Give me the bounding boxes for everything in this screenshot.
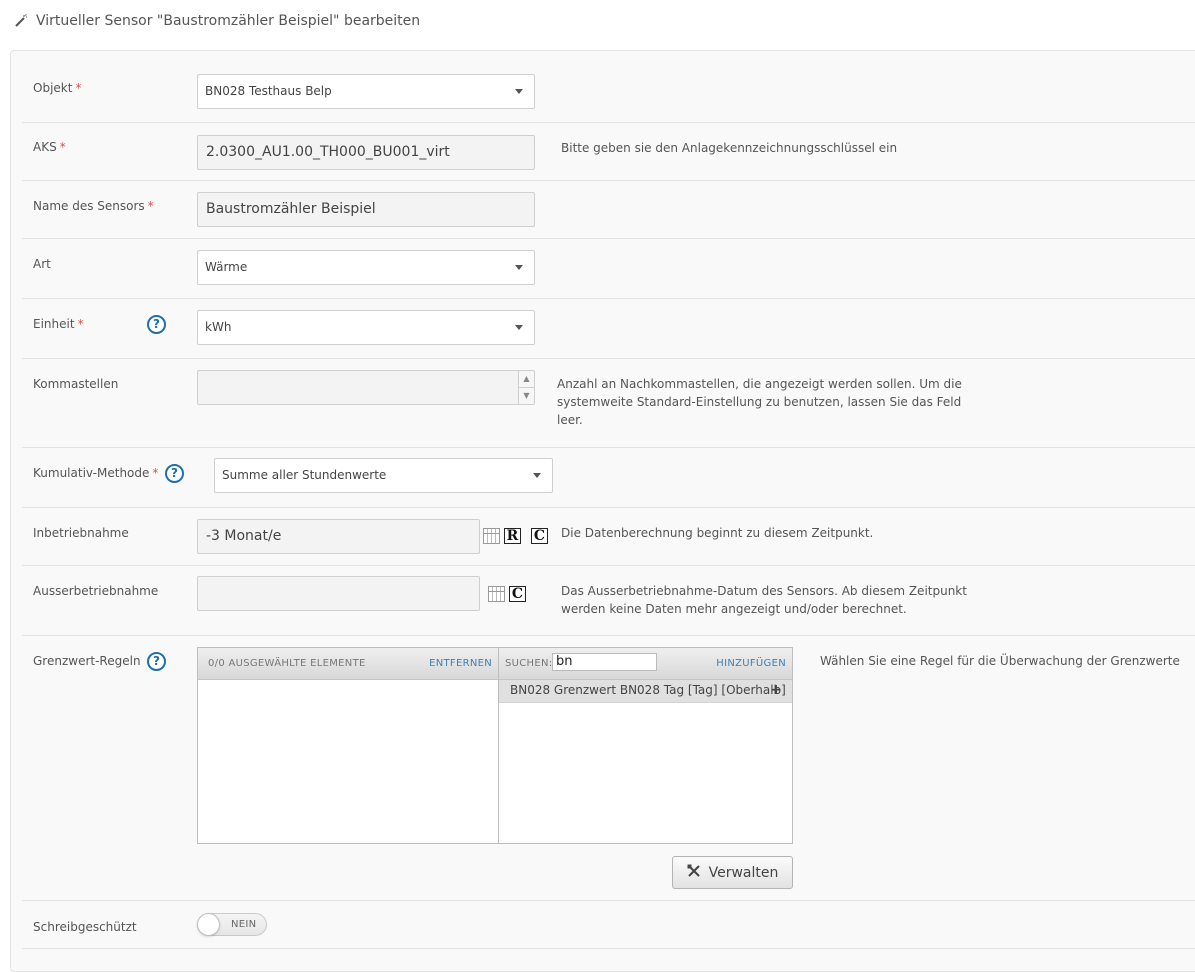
page-title-text: Virtueller Sensor "Baustromzähler Beispi… [36, 13, 421, 29]
available-list: SUCHEN: bn HINZUFÜGEN BN028 Grenzwert BN… [499, 648, 792, 843]
spinner-up-icon[interactable]: ▲ [518, 371, 534, 388]
schreibgeschuetzt-label: Schreibgeschützt [33, 920, 137, 934]
einheit-label: Einheit * [33, 317, 84, 331]
name-label: Name des Sensors * [33, 199, 154, 213]
selected-count: 0/0 AUSGEWÄHLTE ELEMENTE [208, 658, 366, 669]
aks-label: AKS * [33, 140, 66, 154]
chevron-down-icon [533, 473, 541, 478]
readonly-toggle[interactable]: NEIN [197, 913, 267, 936]
kommastellen-hint: Anzahl an Nachkommastellen, die angezeig… [557, 377, 962, 427]
einheit-select[interactable]: kWh [197, 310, 535, 345]
chevron-down-icon [515, 89, 523, 94]
name-input[interactable]: Baustromzähler Beispiel [197, 192, 535, 227]
question-circle-icon[interactable]: ? [147, 315, 166, 334]
tools-icon [687, 864, 701, 882]
art-select[interactable]: Wärme [197, 250, 535, 285]
add-all-link[interactable]: HINZUFÜGEN [716, 658, 786, 669]
clear-date-button[interactable]: C [531, 528, 548, 544]
calendar-icon[interactable] [483, 528, 500, 544]
aks-hint: Bitte geben sie den Anlagekennzeichnungs… [561, 141, 898, 155]
art-label: Art [33, 257, 51, 271]
multiselect: 0/0 AUSGEWÄHLTE ELEMENTE ENTFERNEN SUCHE… [197, 647, 793, 844]
ausserbetriebnahme-input[interactable] [197, 576, 480, 611]
toggle-state: NEIN [231, 919, 257, 930]
kumulativ-select[interactable]: Summe aller Stundenwerte [214, 458, 553, 493]
remove-all-link[interactable]: ENTFERNEN [429, 658, 492, 669]
aks-input[interactable]: 2.0300_AU1.00_TH000_BU001_virt [197, 135, 535, 170]
number-spinner[interactable]: ▲ ▼ [518, 371, 534, 404]
manage-button[interactable]: Verwalten [672, 856, 793, 889]
chevron-down-icon [515, 325, 523, 330]
relative-date-button[interactable]: R [504, 528, 521, 544]
selected-list: 0/0 AUSGEWÄHLTE ELEMENTE ENTFERNEN [198, 648, 499, 843]
inbetriebnahme-input[interactable]: -3 Monat/e [197, 519, 480, 554]
chevron-down-icon [515, 265, 523, 270]
kommastellen-input[interactable]: ▲ ▼ [197, 370, 535, 405]
inbetriebnahme-hint: Die Datenberechnung beginnt zu diesem Ze… [561, 526, 874, 540]
available-list-header: SUCHEN: bn HINZUFÜGEN [499, 648, 792, 680]
grenzwert-label: Grenzwert-Regeln [33, 654, 141, 668]
list-item[interactable]: BN028 Grenzwert BN028 Tag [Tag] [Oberhal… [499, 680, 792, 703]
question-circle-icon[interactable]: ? [165, 464, 184, 483]
magic-wand-icon [14, 14, 28, 28]
calendar-icon[interactable] [488, 586, 505, 602]
search-input[interactable]: bn [552, 653, 657, 671]
clear-date-button[interactable]: C [509, 586, 526, 602]
objekt-select[interactable]: BN028 Testhaus Belp [197, 74, 535, 109]
inbetriebnahme-label: Inbetriebnahme [33, 526, 129, 540]
kumulativ-label: Kumulativ-Methode * [33, 466, 159, 480]
plus-icon[interactable]: + [770, 680, 782, 700]
toggle-knob [197, 913, 220, 936]
spinner-down-icon[interactable]: ▼ [518, 388, 534, 404]
grenzwert-hint: Wählen Sie eine Regel für die Überwachun… [820, 654, 1180, 668]
selected-list-header: 0/0 AUSGEWÄHLTE ELEMENTE ENTFERNEN [198, 648, 498, 680]
page-title: Virtueller Sensor "Baustromzähler Beispi… [14, 10, 420, 32]
objekt-label: Objekt * [33, 81, 82, 95]
kommastellen-label: Kommastellen [33, 377, 119, 391]
search-label: SUCHEN: [505, 658, 553, 669]
ausserbetriebnahme-label: Ausserbetriebnahme [33, 584, 159, 598]
ausserbetriebnahme-hint: Das Ausserbetriebnahme-Datum des Sensors… [561, 584, 967, 616]
question-circle-icon[interactable]: ? [147, 652, 166, 671]
row-kumulativ [22, 447, 1195, 508]
